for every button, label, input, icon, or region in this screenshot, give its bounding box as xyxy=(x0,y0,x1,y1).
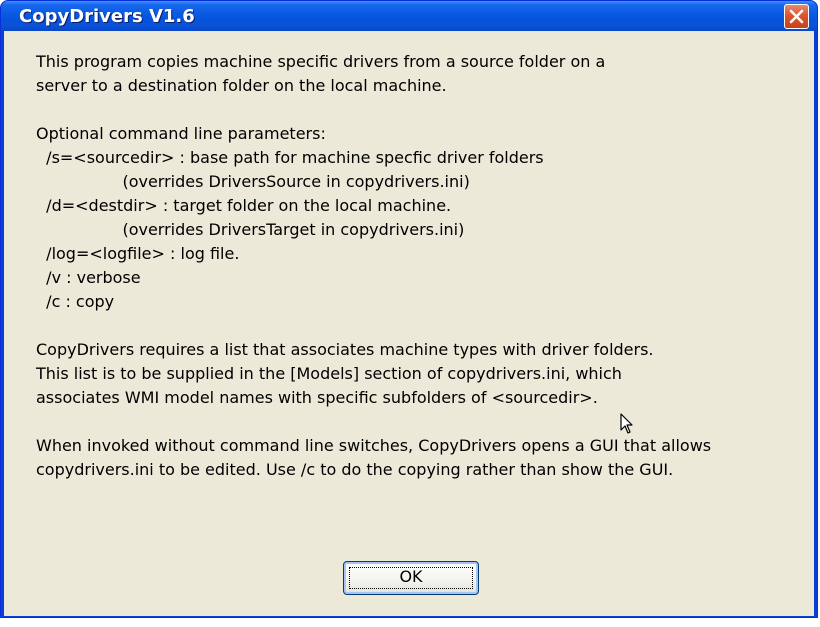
message-line xyxy=(36,314,796,338)
message-line: (overrides DriversSource in copydrivers.… xyxy=(36,172,470,191)
mouse-pointer-icon xyxy=(620,413,633,434)
message-line xyxy=(36,410,796,434)
message-text: This program copies machine specific dri… xyxy=(36,50,796,482)
message-line: /c : copy xyxy=(36,292,115,311)
message-line: When invoked without command line switch… xyxy=(36,436,712,455)
message-line: (overrides DriversTarget in copydrivers.… xyxy=(36,220,465,239)
message-line: copydrivers.ini to be edited. Use /c to … xyxy=(36,460,674,479)
close-x-icon xyxy=(789,9,804,24)
message-line: server to a destination folder on the lo… xyxy=(36,76,447,95)
message-line: /v : verbose xyxy=(36,268,141,287)
ok-button[interactable]: OK xyxy=(343,561,479,595)
window-title: CopyDrivers V1.6 xyxy=(19,6,195,27)
message-line: /d=<destdir> : target folder on the loca… xyxy=(36,196,452,215)
close-button[interactable] xyxy=(784,4,809,29)
message-line: /log=<logfile> : log file. xyxy=(36,244,240,263)
message-line: CopyDrivers requires a list that associa… xyxy=(36,340,654,359)
message-line: This program copies machine specific dri… xyxy=(36,52,606,71)
message-line xyxy=(36,98,796,122)
message-line: associates WMI model names with specific… xyxy=(36,388,598,407)
message-line: Optional command line parameters: xyxy=(36,124,326,143)
title-bar[interactable]: CopyDrivers V1.6 xyxy=(1,1,817,31)
message-line: This list is to be supplied in the [Mode… xyxy=(36,364,622,383)
message-line: /s=<sourcedir> : base path for machine s… xyxy=(36,148,544,167)
ok-button-label: OK xyxy=(399,567,423,586)
